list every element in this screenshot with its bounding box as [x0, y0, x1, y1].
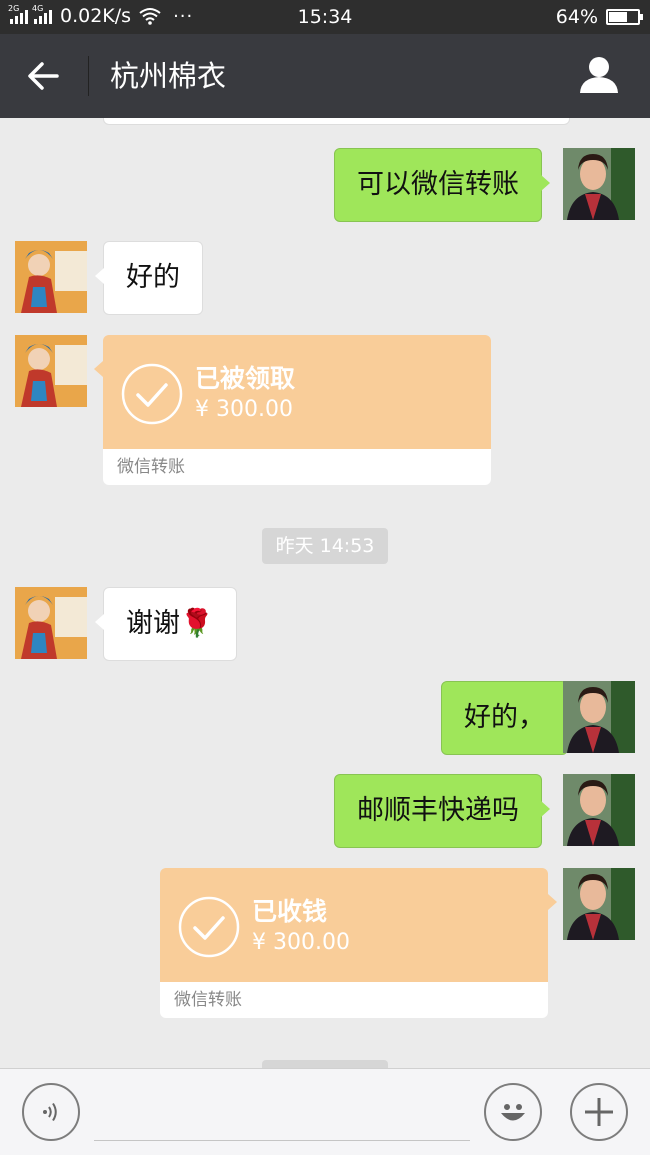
chat-header: 杭州棉衣 [0, 34, 650, 118]
contact-avatar[interactable] [15, 587, 87, 659]
header-divider [88, 56, 89, 96]
my-avatar[interactable] [563, 681, 635, 753]
message-input[interactable] [94, 1089, 470, 1141]
status-bar: 2G 4G 0.02K/s ··· 15:34 64% [0, 0, 650, 34]
message-text: 谢谢🌹 [126, 608, 214, 639]
check-circle-icon [121, 363, 183, 425]
next-message-fragment [262, 1060, 388, 1068]
more-button[interactable] [570, 1083, 628, 1141]
transfer-amount: ¥ 300.00 [195, 397, 293, 422]
plus-icon [585, 1098, 613, 1126]
transfer-label: 微信转账 [160, 982, 548, 1018]
transfer-label: 微信转账 [103, 449, 491, 485]
transfer-status: 已被领取 [195, 364, 296, 393]
message-text: 可以微信转账 [357, 169, 519, 200]
message-bubble[interactable]: 好的， [441, 681, 576, 755]
person-icon [580, 57, 618, 93]
chat-history[interactable]: 可以微信转账 好的 已被领取 ¥ 300.00 微信转账 昨天 14:53 谢谢… [0, 118, 650, 1068]
chat-info-button[interactable] [578, 54, 624, 98]
message-bubble[interactable]: 邮顺丰快递吗 [334, 774, 550, 848]
my-avatar[interactable] [563, 868, 635, 940]
battery-percent: 64% [555, 6, 598, 28]
back-button[interactable] [18, 54, 68, 98]
input-bar [0, 1068, 650, 1155]
my-avatar[interactable] [563, 148, 635, 220]
my-avatar[interactable] [563, 774, 635, 846]
emoji-button[interactable] [484, 1083, 542, 1141]
battery-icon [606, 9, 643, 25]
message-text: 好的， [464, 702, 545, 733]
transfer-card[interactable]: 已被领取 ¥ 300.00 微信转账 [94, 335, 491, 485]
voice-icon [43, 1102, 57, 1122]
message-bubble[interactable]: 可以微信转账 [334, 148, 550, 222]
contact-avatar[interactable] [15, 335, 87, 407]
back-arrow-icon [28, 62, 59, 90]
check-circle-icon [178, 896, 240, 958]
timestamp: 昨天 14:53 [262, 528, 388, 564]
message-text: 好的 [126, 262, 180, 293]
transfer-status: 已收钱 [252, 897, 328, 926]
previous-message-fragment [103, 118, 570, 125]
emoji-icon [501, 1104, 525, 1121]
transfer-amount: ¥ 300.00 [252, 930, 350, 955]
contact-avatar[interactable] [15, 241, 87, 313]
chat-title: 杭州棉衣 [110, 59, 227, 93]
voice-button[interactable] [22, 1083, 80, 1141]
message-bubble[interactable]: 谢谢🌹 [95, 587, 237, 661]
clock: 15:34 [297, 6, 353, 28]
transfer-card[interactable]: 已收钱 ¥ 300.00 微信转账 [160, 868, 557, 1018]
message-bubble[interactable]: 好的 [95, 241, 203, 315]
message-text: 邮顺丰快递吗 [357, 795, 519, 826]
